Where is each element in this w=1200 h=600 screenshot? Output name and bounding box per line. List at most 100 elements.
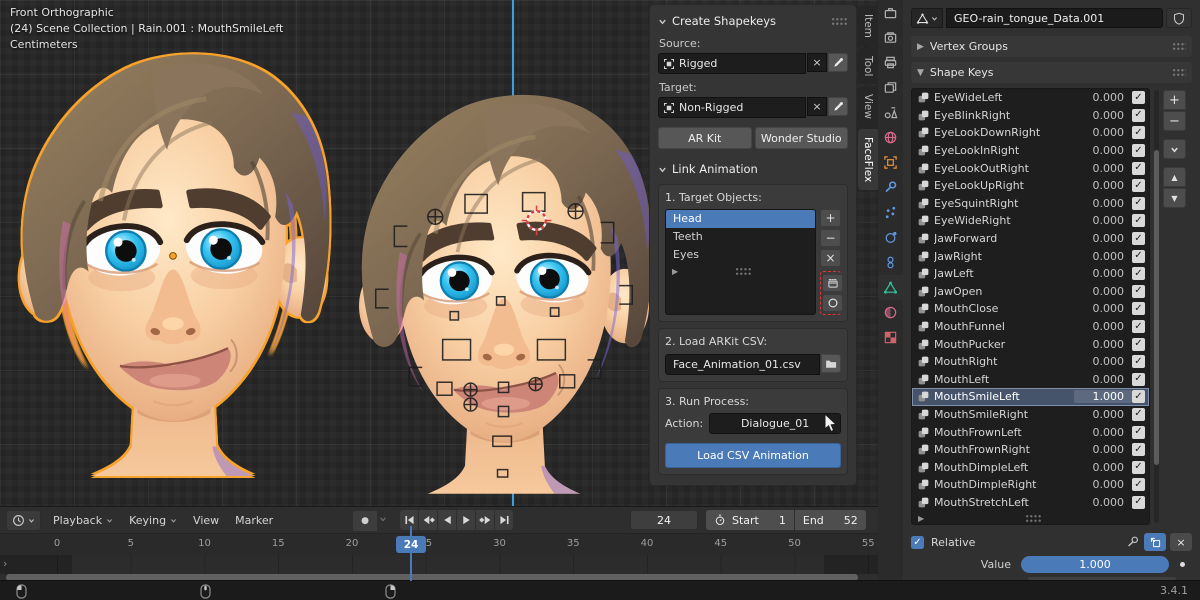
jump-to-end-button[interactable] xyxy=(495,510,513,530)
shape-key-row[interactable]: JawOpen 0.000 ✓ xyxy=(912,283,1149,301)
tab-world-icon[interactable] xyxy=(878,125,903,150)
shape-keys-list[interactable]: EyeWideLeft 0.000 ✓ EyeBlinkRight 0.000 … xyxy=(911,88,1150,525)
shape-key-value[interactable]: 0.000 xyxy=(1074,338,1132,351)
tab-modifiers-icon[interactable] xyxy=(878,175,903,200)
shape-key-value[interactable]: 0.000 xyxy=(1074,109,1132,122)
menu-marker[interactable]: Marker xyxy=(235,514,273,527)
playhead-line[interactable] xyxy=(410,526,412,581)
arkit-button[interactable]: AR Kit xyxy=(658,127,752,149)
shape-key-value[interactable]: 0.000 xyxy=(1074,443,1132,456)
shape-key-enabled-checkbox[interactable]: ✓ xyxy=(1132,478,1145,491)
create-shapekeys-header[interactable]: Create Shapekeys xyxy=(658,12,848,30)
action-clip-icon-button[interactable] xyxy=(822,274,843,292)
shape-key-row[interactable]: MouthSmileLeft 1.000 ✓ xyxy=(912,388,1149,406)
shape-key-enabled-checkbox[interactable]: ✓ xyxy=(1132,197,1145,210)
shape-key-enabled-checkbox[interactable]: ✓ xyxy=(1132,461,1145,474)
shape-key-enabled-checkbox[interactable]: ✓ xyxy=(1132,91,1145,104)
panel-drag-grip[interactable] xyxy=(831,17,848,26)
shape-key-enabled-checkbox[interactable]: ✓ xyxy=(1132,126,1145,139)
datablock-name-field[interactable]: GEO-rain_tongue_Data.001 xyxy=(946,8,1163,28)
tab-viewlayer-icon[interactable] xyxy=(878,75,903,100)
shape-key-value[interactable]: 0.000 xyxy=(1074,426,1132,439)
tab-render-icon[interactable] xyxy=(878,25,903,50)
shape-key-enabled-checkbox[interactable]: ✓ xyxy=(1132,390,1145,403)
source-clear-button[interactable]: × xyxy=(807,53,827,72)
shape-key-value[interactable]: 0.000 xyxy=(1074,179,1132,192)
jump-to-start-button[interactable] xyxy=(400,510,418,530)
list-filter-row[interactable]: ▶ xyxy=(912,511,1149,525)
panel-drag-grip[interactable] xyxy=(1172,42,1186,51)
shape-key-row[interactable]: MouthLeft 0.000 ✓ xyxy=(912,371,1149,389)
shape-key-row[interactable]: MouthDimpleLeft 0.000 ✓ xyxy=(912,458,1149,476)
tab-output-icon[interactable] xyxy=(878,50,903,75)
link-animation-header[interactable]: Link Animation xyxy=(658,160,848,178)
load-csv-animation-button[interactable]: Load CSV Animation xyxy=(665,443,841,468)
shape-key-enabled-checkbox[interactable]: ✓ xyxy=(1132,250,1145,263)
timeline-track[interactable]: › xyxy=(0,555,878,574)
frame-start-field[interactable]: Start1 xyxy=(706,510,794,530)
shape-key-value[interactable]: 0.000 xyxy=(1074,320,1132,333)
target-clear-button[interactable]: × xyxy=(807,97,827,116)
pin-icon[interactable] xyxy=(1126,535,1140,549)
shape-key-row[interactable]: EyeLookOutRight 0.000 ✓ xyxy=(912,159,1149,177)
shapekey-remove-button[interactable]: − xyxy=(1163,111,1186,131)
shape-key-row[interactable]: JawRight 0.000 ✓ xyxy=(912,247,1149,265)
shapekey-value-slider[interactable]: 1.000 xyxy=(1021,556,1169,573)
shape-key-value[interactable]: 0.000 xyxy=(1074,355,1132,368)
list-filter-row[interactable]: ▶ xyxy=(666,264,815,279)
prev-keyframe-button[interactable] xyxy=(419,510,437,530)
relative-checkbox[interactable]: ✓ xyxy=(911,536,924,549)
shape-key-row[interactable]: MouthDimpleRight 0.000 ✓ xyxy=(912,476,1149,494)
shape-key-row[interactable]: EyeWideRight 0.000 ✓ xyxy=(912,212,1149,230)
character-head-selected[interactable] xyxy=(6,24,340,476)
list-remove-button[interactable]: − xyxy=(820,229,841,247)
shape-key-enabled-checkbox[interactable]: ✓ xyxy=(1132,144,1145,157)
shape-key-row[interactable]: MouthClose 0.000 ✓ xyxy=(912,300,1149,318)
shapekey-add-button[interactable]: + xyxy=(1163,90,1186,110)
shape-key-value[interactable]: 0.000 xyxy=(1074,285,1132,298)
shape-key-value[interactable]: 0.000 xyxy=(1074,373,1132,386)
shape-key-enabled-checkbox[interactable]: ✓ xyxy=(1132,373,1145,386)
current-frame-badge[interactable]: 24 xyxy=(396,536,426,553)
shape-key-enabled-checkbox[interactable]: ✓ xyxy=(1132,338,1145,351)
shape-key-value[interactable]: 0.000 xyxy=(1074,144,1132,157)
shape-key-enabled-checkbox[interactable]: ✓ xyxy=(1132,496,1145,509)
shape-key-value[interactable]: 0.000 xyxy=(1074,496,1132,509)
target-object-row[interactable]: Head xyxy=(666,210,815,228)
shapekey-edit-mode-toggle[interactable] xyxy=(1144,533,1166,551)
shape-key-enabled-checkbox[interactable]: ✓ xyxy=(1132,162,1145,175)
tab-object-data-icon[interactable] xyxy=(878,275,903,300)
play-reverse-button[interactable] xyxy=(438,510,456,530)
shape-key-row[interactable]: MouthFunnel 0.000 ✓ xyxy=(912,318,1149,336)
shape-key-row[interactable]: MouthRight 0.000 ✓ xyxy=(912,353,1149,371)
shape-key-row[interactable]: EyeLookInRight 0.000 ✓ xyxy=(912,142,1149,160)
shape-key-enabled-checkbox[interactable]: ✓ xyxy=(1132,285,1145,298)
timeline-ruler[interactable]: 24 0510152025303540455055 xyxy=(0,534,878,555)
move-up-button[interactable]: ▲ xyxy=(1163,167,1186,187)
tab-tool-icon[interactable] xyxy=(878,0,903,25)
shape-keys-panel-header[interactable]: ▼ Shape Keys xyxy=(911,62,1192,83)
datablock-type-dropdown[interactable] xyxy=(911,8,943,28)
menu-playback[interactable]: Playback xyxy=(53,514,113,527)
circle-icon-button[interactable] xyxy=(822,294,843,312)
csv-path-field[interactable]: Face_Animation_01.csv xyxy=(665,354,820,375)
shape-key-value[interactable]: 1.000 xyxy=(1074,390,1132,403)
menu-view[interactable]: View xyxy=(193,514,219,527)
shape-key-row[interactable]: MouthFrownRight 0.000 ✓ xyxy=(912,441,1149,459)
file-browse-button[interactable] xyxy=(821,354,841,373)
tab-constraints-icon[interactable] xyxy=(878,250,903,275)
shape-key-row[interactable]: JawForward 0.000 ✓ xyxy=(912,230,1149,248)
fake-user-shield-button[interactable] xyxy=(1166,8,1192,28)
current-frame-field[interactable]: 24 xyxy=(630,510,698,530)
tab-object-icon[interactable] xyxy=(878,150,903,175)
shape-key-enabled-checkbox[interactable]: ✓ xyxy=(1132,232,1145,245)
shape-key-row[interactable]: EyeLookDownRight 0.000 ✓ xyxy=(912,124,1149,142)
scrollbar-thumb[interactable] xyxy=(1154,150,1159,465)
shape-key-value[interactable]: 0.000 xyxy=(1074,197,1132,210)
shape-key-row[interactable]: EyeLookUpRight 0.000 ✓ xyxy=(912,177,1149,195)
shape-key-row[interactable]: MouthFrownLeft 0.000 ✓ xyxy=(912,423,1149,441)
shape-key-value[interactable]: 0.000 xyxy=(1074,478,1132,491)
shape-key-value[interactable]: 0.000 xyxy=(1074,214,1132,227)
shape-key-value[interactable]: 0.000 xyxy=(1074,408,1132,421)
frame-end-field[interactable]: End52 xyxy=(795,510,866,530)
